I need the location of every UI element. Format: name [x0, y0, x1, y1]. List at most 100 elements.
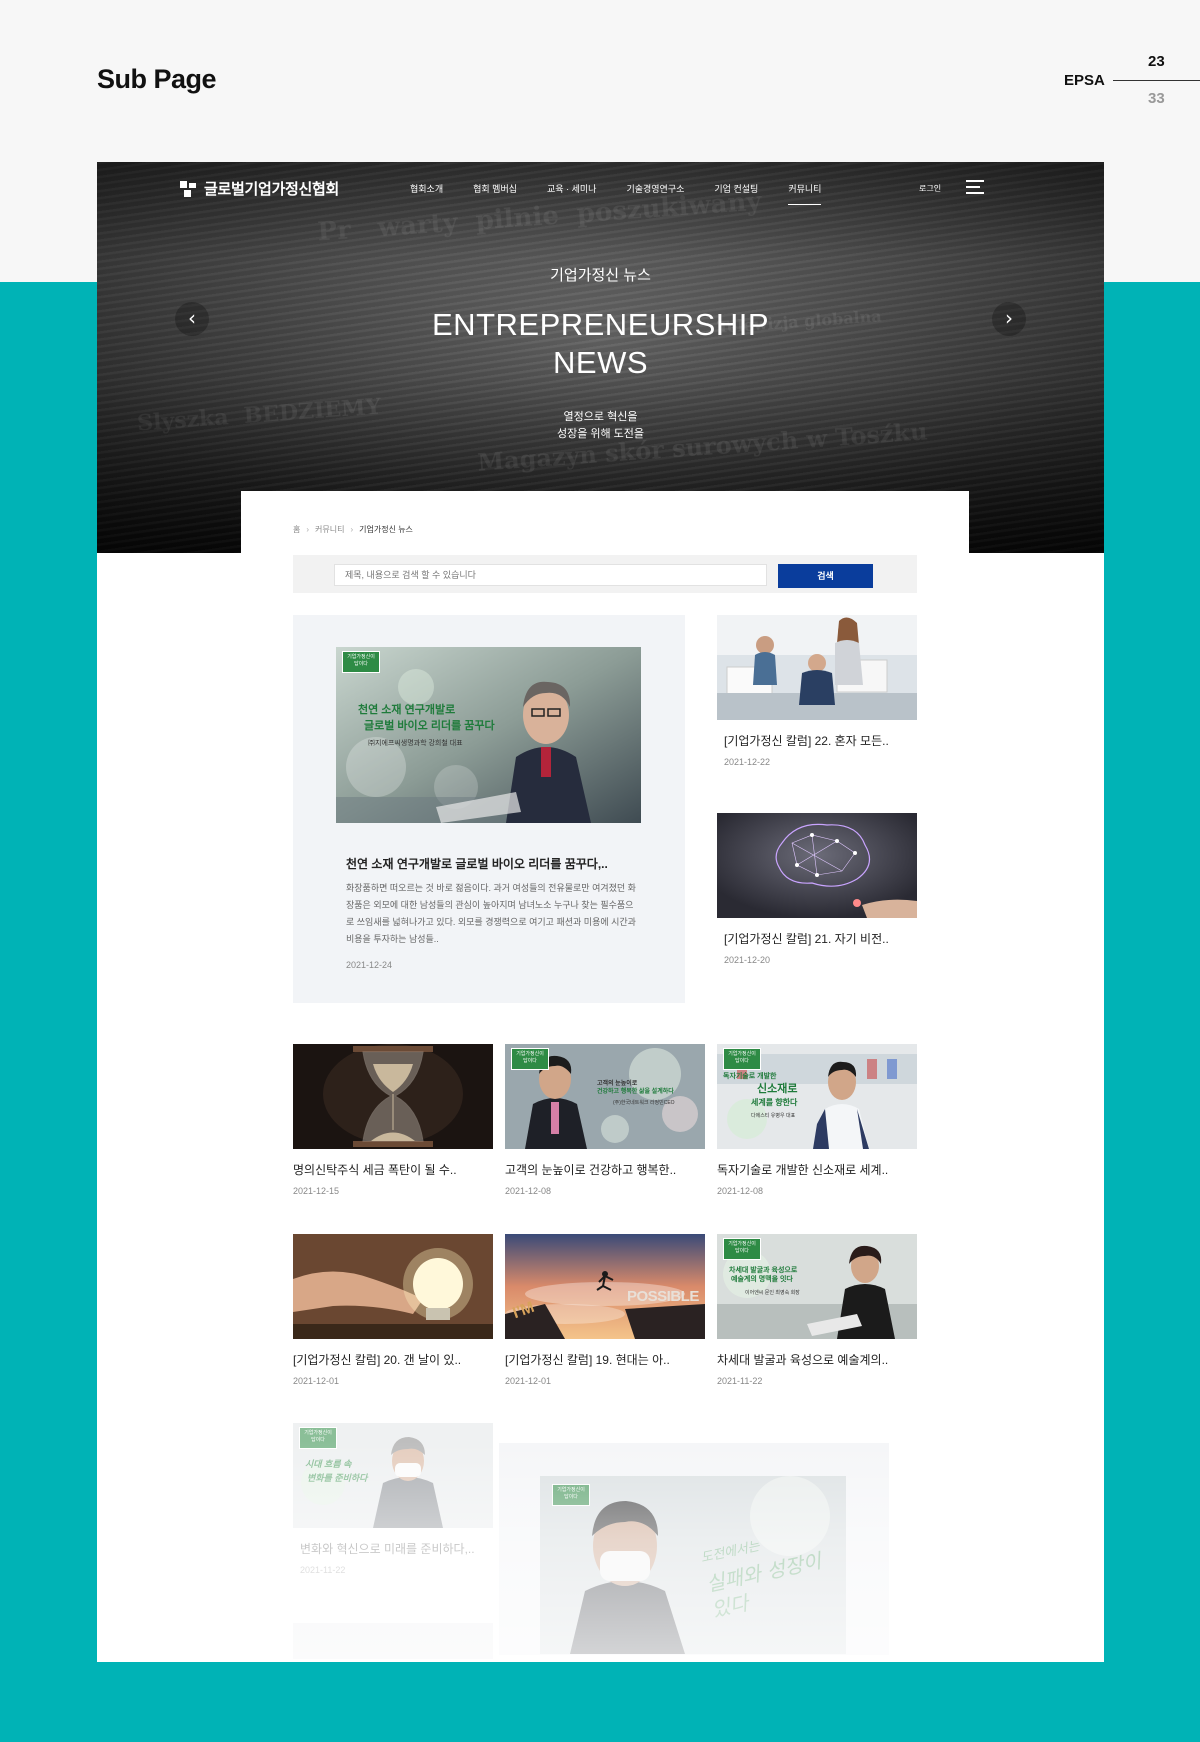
hero-subtitle-line1: 열정으로 혁신을: [563, 411, 638, 423]
main-nav: 협회소개 협회 멤버십 교육 · 세미나 기술경영연구소 기업 컨설팅 커뮤니티: [410, 182, 822, 205]
news-card-thumbnail[interactable]: 기업가정신이 답이다 독자기술로 개발한 신소재로 세계를 향한다 다에스티 유…: [717, 1044, 917, 1149]
nav-item-about[interactable]: 협회소개: [410, 182, 443, 195]
nav-item-consulting[interactable]: 기업 컨설팅: [714, 182, 758, 195]
logo-mark-icon: [180, 180, 196, 197]
news-card-title[interactable]: 차세대 발굴과 육성으로 예술계의..: [717, 1351, 917, 1368]
hero-title-line1: ENTREPRENEURSHIP: [432, 307, 769, 342]
office-meeting-image: [717, 615, 917, 720]
news-card[interactable]: 명의신탁주식 세금 폭탄이 될 수.. 2021-12-15: [293, 1044, 493, 1196]
site-logo[interactable]: 글로벌기업가정신협회: [180, 178, 339, 199]
breadcrumb: 홈 › 커뮤니티 › 기업가정신 뉴스: [293, 524, 413, 535]
thumb-line2: 건강하고 행복한 삶을 설계하다: [597, 1089, 674, 1095]
news-card-title[interactable]: [기업가정신 칼럼] 21. 자기 비전..: [717, 930, 917, 947]
featured-excerpt: 화장품하면 떠오르는 것 바로 젊음이다. 과거 여성들의 전유물로만 여겨졌던…: [346, 883, 636, 944]
featured-thumbnail-badge: 기업가정신이 답이다: [342, 651, 380, 673]
thumb-line1: 고객의 눈높이로: [597, 1081, 638, 1087]
featured-title[interactable]: 천연 소재 연구개발로 글로벌 바이오 리더를 꿈꾸다,..: [346, 855, 608, 872]
breadcrumb-chevron-icon: ›: [350, 525, 354, 534]
news-card[interactable]: I'M POSSIBLE [기업가정신 칼럼] 19. 현대는 아.. 2021…: [505, 1234, 705, 1386]
chevron-left-icon[interactable]: ‹: [175, 302, 209, 336]
thumb-line2: 변화를 준비하다: [307, 1473, 368, 1483]
digital-brain-image: [717, 813, 917, 918]
news-card-thumbnail[interactable]: I'M POSSIBLE: [505, 1234, 705, 1339]
hero-kicker: 기업가정신 뉴스: [550, 267, 651, 284]
login-link[interactable]: 로그인: [919, 183, 941, 194]
nav-item-community[interactable]: 커뮤니티: [788, 182, 822, 205]
news-card-thumbnail[interactable]: 기업가정신이 답이다 시대 흐름 속 변화를 준비하다: [293, 1423, 493, 1528]
hero-subtitle-line2: 성장을 위해 도전을: [556, 428, 645, 440]
thumbnail-badge: 기업가정신이 답이다: [511, 1048, 549, 1070]
news-card-date: 2021-12-08: [717, 1186, 764, 1196]
hamburger-menu-icon[interactable]: [966, 180, 984, 194]
featured-thumb-line1: 천연 소재 연구개발로: [358, 704, 456, 716]
news-card-thumbnail[interactable]: [293, 1044, 493, 1149]
video-preview-popup[interactable]: 기업가정신이 답이다 도전에서는 실패와 성장이 있다: [499, 1443, 889, 1655]
thumbnail-badge: 기업가정신이 답이다: [299, 1427, 337, 1449]
breadcrumb-level1[interactable]: 커뮤니티: [315, 524, 344, 535]
news-card-title[interactable]: [기업가정신 칼럼] 20. 갠 날이 있..: [293, 1351, 493, 1368]
news-card[interactable]: [기업가정신 칼럼] 20. 갠 날이 있.. 2021-12-01: [293, 1234, 493, 1386]
thumb-line1: 시대 흐름 속: [305, 1459, 352, 1469]
nav-item-membership[interactable]: 협회 멤버십: [473, 182, 517, 195]
thumb-word2: POSSIBLE: [627, 1288, 699, 1305]
news-card[interactable]: 기업가정신이 답이다 시대 흐름 속 변화를 준비하다 변화와 혁신으로 미래를…: [293, 1423, 493, 1575]
thumb-line2: 신소재로: [757, 1083, 798, 1095]
thumb-caption: 다에스티 유병우 대표: [751, 1113, 796, 1119]
thumbnail-badge: 기업가정신이 답이다: [723, 1238, 761, 1260]
hero-title: ENTREPRENEURSHIP NEWS: [97, 306, 1104, 382]
news-card-date: 2021-12-08: [505, 1186, 552, 1196]
thumb-line3: 세계를 향한다: [751, 1098, 798, 1107]
video-preview[interactable]: 기업가정신이 답이다 도전에서는 실패와 성장이 있다: [540, 1476, 846, 1654]
thumb-caption: (주)한국네트워크 라정민CEO: [613, 1100, 675, 1106]
breadcrumb-home[interactable]: 홈: [293, 524, 300, 535]
hourglass-image: [293, 1044, 493, 1149]
hero-subtitle: 열정으로 혁신을 성장을 위해 도전을: [97, 409, 1104, 443]
news-card-date: 2021-12-15: [293, 1186, 340, 1196]
video-badge: 기업가정신이 답이다: [552, 1484, 590, 1506]
news-card-date: 2021-12-22: [724, 757, 771, 767]
news-card[interactable]: [293, 1623, 493, 1662]
search-input[interactable]: [334, 564, 767, 586]
news-card-thumbnail[interactable]: [717, 615, 917, 720]
news-card[interactable]: 기업가정신이 답이다 차세대 발굴과 육성으로 예술계의 명맥을 잇다 이어엔씨…: [717, 1234, 917, 1386]
featured-article[interactable]: 기업가정신이 답이다 천연 소재 연구개발로 글로벌 바이오 리더를 꿈꾸다 ㈜…: [293, 615, 685, 1003]
news-card[interactable]: [기업가정신 칼럼] 21. 자기 비전.. 2021-12-20: [717, 813, 917, 965]
featured-date: 2021-12-24: [346, 960, 393, 970]
search-bar: 검색: [293, 555, 917, 593]
breadcrumb-current: 기업가정신 뉴스: [359, 525, 413, 534]
news-card-title[interactable]: 변화와 혁신으로 미래를 준비하다,..: [293, 1540, 493, 1557]
content-area: 홈 › 커뮤니티 › 기업가정신 뉴스 검색: [241, 491, 969, 1662]
news-card-title[interactable]: [기업가정신 칼럼] 19. 현대는 아..: [505, 1351, 705, 1368]
nav-item-education[interactable]: 교육 · 세미나: [547, 182, 596, 195]
thumb-line2: 예술계의 명맥을 잇다: [731, 1276, 793, 1283]
news-card-thumbnail[interactable]: [293, 1234, 493, 1339]
news-card-thumbnail[interactable]: 기업가정신이 답이다 고객의 눈높이로 건강하고 행복한 삶을 설계하다 (주)…: [505, 1044, 705, 1149]
website-mockup: Pr warty pilnie poszukiwany Slyszka BEDZ…: [97, 162, 1104, 1662]
featured-thumb-caption: ㈜지에프씨생명과학 강희철 대표: [368, 740, 463, 747]
nav-item-research[interactable]: 기술경영연구소: [626, 182, 684, 195]
featured-thumbnail[interactable]: 기업가정신이 답이다 천연 소재 연구개발로 글로벌 바이오 리더를 꿈꾸다 ㈜…: [336, 647, 641, 823]
news-card-title[interactable]: 독자기술로 개발한 신소재로 세계..: [717, 1161, 917, 1178]
news-card-title[interactable]: [기업가정신 칼럼] 22. 혼자 모든..: [717, 732, 917, 749]
news-card[interactable]: 기업가정신이 답이다 고객의 눈높이로 건강하고 행복한 삶을 설계하다 (주)…: [505, 1044, 705, 1196]
chevron-right-icon[interactable]: ›: [992, 302, 1026, 336]
breadcrumb-chevron-icon: ›: [306, 525, 310, 534]
news-card-thumbnail[interactable]: 기업가정신이 답이다 차세대 발굴과 육성으로 예술계의 명맥을 잇다 이어엔씨…: [717, 1234, 917, 1339]
search-button[interactable]: 검색: [778, 564, 873, 588]
news-card-title[interactable]: 명의신탁주식 세금 폭탄이 될 수..: [293, 1161, 493, 1178]
news-card-date: 2021-12-01: [293, 1376, 340, 1386]
news-card[interactable]: [기업가정신 칼럼] 22. 혼자 모든.. 2021-12-22: [717, 615, 917, 767]
thumb-caption: 이어엔씨 문인 최영숙 회장: [745, 1290, 800, 1296]
news-card[interactable]: 기업가정신이 답이다 독자기술로 개발한 신소재로 세계를 향한다 다에스티 유…: [717, 1044, 917, 1196]
thumb-line1: 차세대 발굴과 육성으로: [729, 1267, 798, 1274]
pager-current: 23: [1148, 53, 1165, 70]
thumbnail-badge: 기업가정신이 답이다: [723, 1048, 761, 1070]
news-card-thumbnail[interactable]: [717, 813, 917, 918]
logo-text: 글로벌기업가정신협회: [204, 181, 340, 198]
news-card-date: 2021-11-22: [717, 1376, 763, 1386]
news-card-title[interactable]: 고객의 눈높이로 건강하고 행복한..: [505, 1161, 705, 1178]
news-card-thumbnail[interactable]: [293, 1623, 493, 1659]
im-possible-image: [505, 1234, 705, 1339]
pager-brand: EPSA: [1064, 72, 1105, 89]
news-card-date: 2021-12-20: [724, 955, 771, 965]
